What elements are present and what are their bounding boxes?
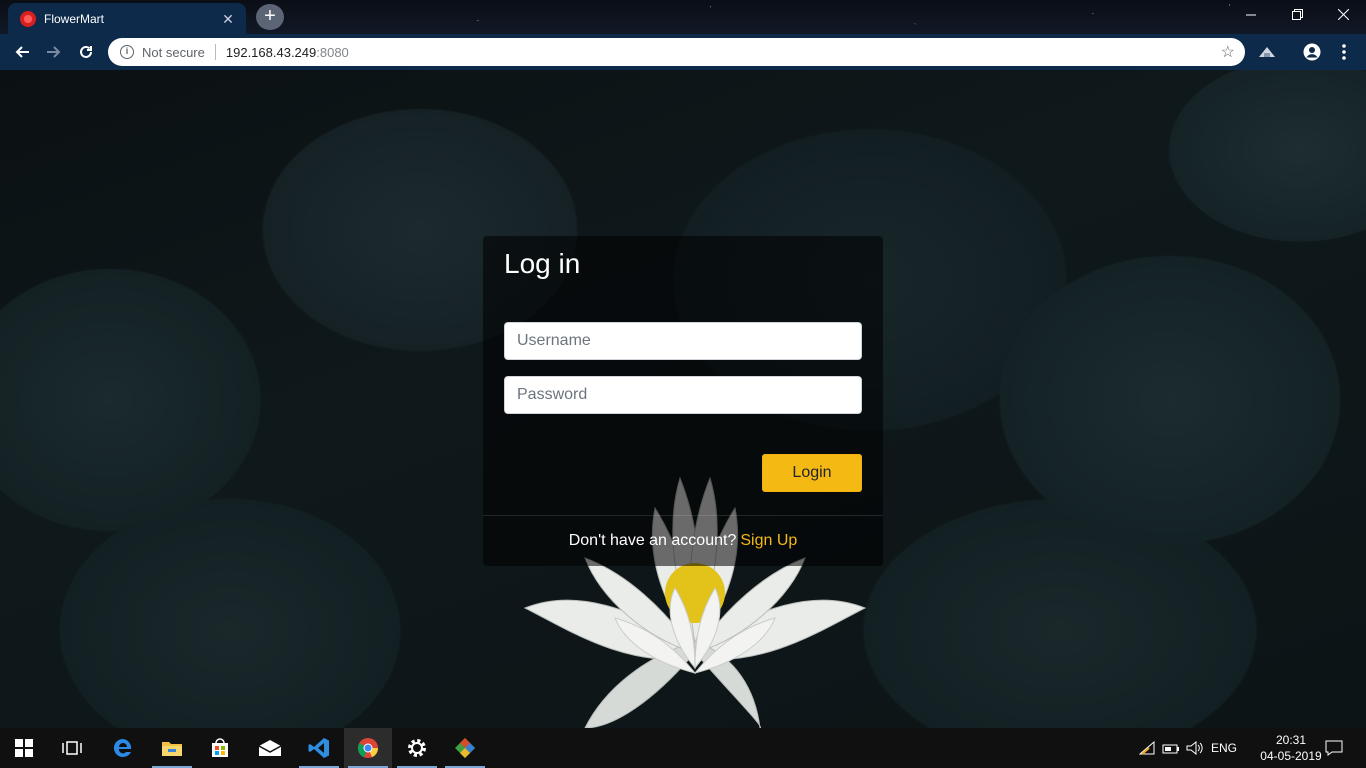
settings-gear-icon[interactable] — [393, 728, 441, 768]
mail-icon[interactable] — [246, 728, 294, 768]
battery-icon[interactable] — [1160, 728, 1182, 768]
store-icon[interactable] — [196, 728, 244, 768]
reload-button[interactable] — [70, 36, 102, 68]
security-label: Not secure — [142, 44, 205, 60]
login-footer: Don't have an account? Sign Up — [483, 515, 883, 566]
file-explorer-icon[interactable] — [148, 728, 196, 768]
volume-icon[interactable] — [1184, 728, 1206, 768]
bookmark-star-icon[interactable]: ☆ — [1221, 42, 1235, 62]
chrome-icon[interactable] — [344, 728, 392, 768]
browser-toolbar: i Not secure 192.168.43.249:8080 ☆ — [0, 34, 1366, 70]
login-title: Log in — [504, 248, 581, 279]
info-icon[interactable]: i — [120, 45, 134, 59]
profile-icon[interactable] — [1296, 34, 1328, 70]
minimize-button[interactable] — [1228, 0, 1274, 30]
clock-date: 04-05-2019 — [1260, 749, 1322, 763]
restore-button[interactable] — [1274, 0, 1320, 30]
tab-flowermart[interactable]: FlowerMart ✕ — [8, 3, 246, 34]
new-tab-button[interactable]: + — [256, 4, 284, 30]
address-separator — [214, 44, 216, 60]
browser-titlebar: FlowerMart ✕ + — [0, 0, 1366, 34]
network-icon[interactable] — [1136, 728, 1158, 768]
menu-kebab-icon[interactable] — [1328, 34, 1360, 70]
tab-title: FlowerMart — [44, 11, 105, 26]
action-center-icon[interactable] — [1320, 728, 1348, 768]
back-button[interactable] — [6, 36, 38, 68]
password-input[interactable] — [504, 376, 862, 414]
flower-favicon-icon — [20, 10, 36, 27]
signup-link[interactable]: Sign Up — [740, 532, 797, 550]
windows-start-icon[interactable] — [0, 728, 48, 768]
forward-button[interactable] — [38, 36, 70, 68]
url-port: :8080 — [316, 44, 349, 60]
page-background: Log in Login Don't have an account? Sign… — [0, 70, 1366, 728]
extension-icon[interactable] — [1251, 34, 1283, 70]
windows-taskbar: ENG 20:31 04-05-2019 — [0, 728, 1366, 768]
login-button[interactable]: Login — [762, 454, 862, 492]
language-indicator[interactable]: ENG — [1208, 728, 1240, 768]
taskbar-clock[interactable]: 20:31 04-05-2019 — [1256, 732, 1326, 764]
url-host: 192.168.43.249 — [225, 44, 317, 60]
username-input[interactable] — [504, 322, 862, 360]
signup-prompt: Don't have an account? — [568, 532, 737, 549]
task-view-icon[interactable] — [48, 728, 96, 768]
git-icon[interactable] — [441, 728, 489, 768]
vscode-icon[interactable] — [295, 728, 343, 768]
tab-close-icon[interactable]: ✕ — [220, 11, 236, 27]
edge-icon[interactable] — [99, 728, 147, 768]
close-window-button[interactable] — [1320, 0, 1366, 30]
login-card: Log in Login Don't have an account? Sign… — [483, 236, 883, 566]
clock-time: 20:31 — [1275, 733, 1307, 747]
address-bar[interactable]: i Not secure 192.168.43.249:8080 ☆ — [108, 38, 1245, 66]
